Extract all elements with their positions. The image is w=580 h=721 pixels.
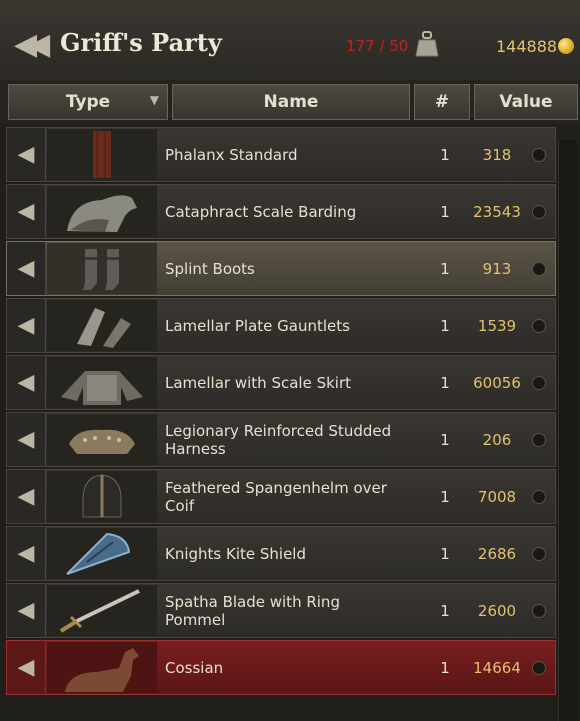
item-quantity: 1: [440, 202, 450, 221]
name-column-label: Name: [263, 92, 319, 112]
carry-weight: 177 / 50: [346, 37, 409, 55]
item-marker[interactable]: [532, 661, 546, 675]
item-thumbnail: [47, 186, 157, 237]
item-name: Phalanx Standard: [165, 145, 298, 164]
item-quantity: 1: [440, 430, 450, 449]
transfer-arrow-icon[interactable]: ◀: [7, 185, 46, 238]
gold-coin-icon: [558, 38, 574, 54]
back-arrow-icon[interactable]: ◀◀: [14, 28, 50, 62]
list-item[interactable]: ◀ Spatha Blade with Ring Pommel 1 2600: [6, 583, 556, 638]
item-quantity: 1: [440, 487, 450, 506]
list-item[interactable]: ◀ Phalanx Standard 1 318: [6, 127, 556, 182]
item-marker[interactable]: [532, 205, 546, 219]
item-thumbnail: [47, 243, 157, 294]
horse-icon: [65, 648, 139, 692]
list-item[interactable]: ◀ Legionary Reinforced Studded Harness 1…: [6, 412, 556, 467]
inventory-header: ◀◀ Griff's Party 177 / 50 144888: [0, 0, 580, 82]
item-name: Lamellar Plate Gauntlets: [165, 316, 350, 335]
list-item[interactable]: ◀ Knights Kite Shield 1 2686: [6, 526, 556, 581]
banner-icon: [93, 131, 111, 178]
column-headers: Type ▼ Name # Value: [0, 80, 580, 124]
transfer-arrow-icon[interactable]: ◀: [7, 413, 46, 466]
item-marker[interactable]: [532, 376, 546, 390]
item-quantity: 1: [440, 259, 450, 278]
item-marker[interactable]: [532, 547, 546, 561]
list-item[interactable]: ◀ Lamellar with Scale Skirt 1 60056: [6, 355, 556, 410]
item-thumbnail: [47, 528, 157, 579]
item-value: 23543: [473, 202, 521, 221]
item-thumbnail: [47, 471, 157, 522]
item-quantity: 1: [440, 316, 450, 335]
item-name: Lamellar with Scale Skirt: [165, 373, 351, 392]
transfer-arrow-icon[interactable]: ◀: [7, 128, 46, 181]
transfer-arrow-icon[interactable]: ◀: [7, 641, 46, 694]
item-value: 206: [482, 430, 512, 449]
shield-icon: [66, 532, 131, 575]
item-value: 1539: [477, 316, 517, 335]
transfer-arrow-icon[interactable]: ◀: [7, 527, 46, 580]
item-value: 913: [482, 259, 512, 278]
item-thumbnail: [47, 642, 157, 693]
body-armor-icon: [61, 371, 143, 405]
type-column-header[interactable]: Type ▼: [8, 84, 168, 120]
gauntlets-icon: [77, 308, 131, 348]
gold-amount: 144888: [496, 37, 558, 56]
item-quantity: 1: [440, 145, 450, 164]
item-thumbnail: [47, 585, 157, 636]
list-item[interactable]: ◀ Splint Boots 1 913: [6, 241, 556, 296]
item-marker[interactable]: [532, 604, 546, 618]
item-marker[interactable]: [532, 319, 546, 333]
item-thumbnail: [47, 414, 157, 465]
item-quantity: 1: [440, 373, 450, 392]
item-name: Cossian: [165, 658, 224, 677]
item-value: 2686: [477, 544, 517, 563]
item-value: 7008: [477, 487, 517, 506]
transfer-arrow-icon[interactable]: ◀: [7, 584, 46, 637]
item-quantity: 1: [440, 601, 450, 620]
sort-down-icon: ▼: [149, 93, 159, 107]
item-name: Knights Kite Shield: [165, 544, 306, 563]
transfer-arrow-icon[interactable]: ◀: [7, 470, 46, 523]
helmet-icon: [82, 474, 122, 518]
quantity-column-label: #: [434, 92, 450, 112]
item-marker[interactable]: [532, 490, 546, 504]
item-marker[interactable]: [532, 262, 546, 276]
transfer-arrow-icon[interactable]: ◀: [7, 299, 46, 352]
value-column-header[interactable]: Value: [474, 84, 578, 120]
item-value: 60056: [473, 373, 521, 392]
list-item[interactable]: ◀ Feathered Spangenhelm over Coif 1 7008: [6, 469, 556, 524]
item-marker[interactable]: [532, 148, 546, 162]
party-title: Griff's Party: [60, 28, 222, 57]
item-name: Feathered Spangenhelm over Coif: [165, 478, 387, 515]
item-quantity: 1: [440, 658, 450, 677]
item-thumbnail: [47, 129, 157, 180]
item-thumbnail: [47, 300, 157, 351]
quantity-column-header[interactable]: #: [414, 84, 470, 120]
sword-icon: [59, 589, 140, 633]
item-marker[interactable]: [532, 433, 546, 447]
item-name: Legionary Reinforced Studded Harness: [165, 421, 392, 458]
item-quantity: 1: [440, 544, 450, 563]
harness-icon: [69, 429, 135, 454]
list-scrollbar[interactable]: [558, 140, 577, 721]
weight-icon: [415, 31, 439, 57]
item-value: 2600: [477, 601, 517, 620]
inventory-list: ◀ Phalanx Standard 1 318 ◀ Cataphract Sc…: [0, 124, 580, 721]
item-name: Cataphract Scale Barding: [165, 202, 357, 221]
item-name: Splint Boots: [165, 259, 255, 278]
item-name: Spatha Blade with Ring Pommel: [165, 592, 340, 629]
item-value: 318: [482, 145, 512, 164]
list-item[interactable]: ◀ Cossian 1 14664: [6, 640, 556, 695]
transfer-arrow-icon[interactable]: ◀: [7, 356, 46, 409]
transfer-arrow-icon[interactable]: ◀: [7, 242, 46, 295]
boots-icon: [83, 249, 119, 290]
list-item[interactable]: ◀ Cataphract Scale Barding 1 23543: [6, 184, 556, 239]
type-column-label: Type: [65, 92, 111, 112]
horse-barding-icon: [67, 195, 137, 232]
value-column-label: Value: [499, 92, 553, 112]
item-thumbnail: [47, 357, 157, 408]
list-item[interactable]: ◀ Lamellar Plate Gauntlets 1 1539: [6, 298, 556, 353]
name-column-header[interactable]: Name: [172, 84, 410, 120]
item-value: 14664: [473, 658, 521, 677]
